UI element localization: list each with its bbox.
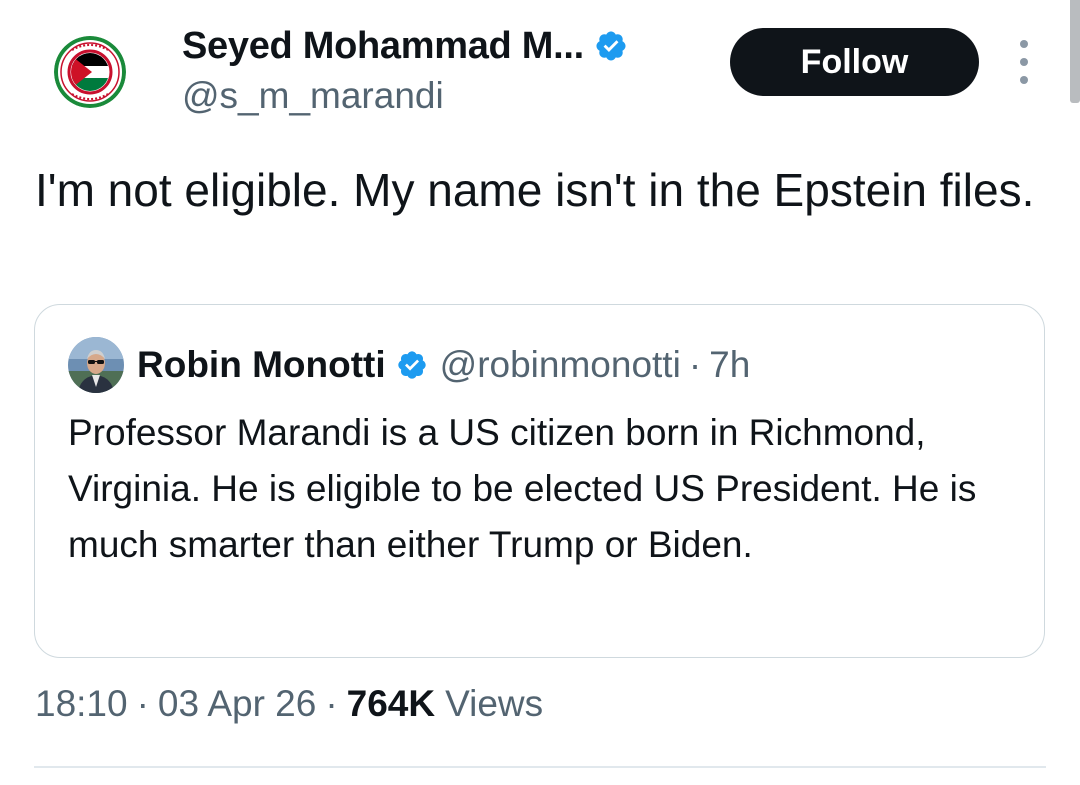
separator-dot: · (325, 683, 338, 724)
dot (1020, 58, 1028, 66)
save-gaza-palestine-flag-emblem-icon (54, 36, 126, 108)
dot (1020, 76, 1028, 84)
divider (34, 766, 1046, 768)
quoted-author-handle[interactable]: @robinmonotti (440, 344, 681, 386)
author-avatar[interactable] (54, 36, 126, 108)
views-count[interactable]: 764K (347, 683, 435, 725)
quoted-tweet-header: Robin Monotti @robinmonotti · 7h (137, 339, 750, 391)
quoted-author-name[interactable]: Robin Monotti (137, 344, 386, 386)
profile-photo-man-with-sunglasses-icon (68, 337, 124, 393)
verified-badge-icon[interactable] (396, 349, 428, 381)
quoted-author-avatar[interactable] (68, 337, 124, 393)
scrollbar[interactable] (1070, 0, 1080, 103)
separator-dot: · (688, 344, 702, 385)
quoted-tweet-card[interactable]: Robin Monotti @robinmonotti · 7h Profess… (34, 304, 1045, 658)
quoted-tweet-time[interactable]: 7h (709, 344, 750, 386)
tweet-time[interactable]: 18:10 (35, 683, 128, 725)
author-handle[interactable]: @s_m_marandi (182, 75, 444, 117)
author-name-row[interactable]: Seyed Mohammad M... (182, 22, 628, 70)
separator-dot: · (136, 683, 149, 724)
tweet-text: I'm not eligible. My name isn't in the E… (35, 164, 1035, 216)
verified-badge-icon[interactable] (594, 29, 628, 63)
quoted-tweet-text: Professor Marandi is a US citizen born i… (68, 412, 977, 565)
tweet-date[interactable]: 03 Apr 26 (158, 683, 316, 725)
tweet-meta: 18:10 · 03 Apr 26 · 764K Views (35, 683, 543, 725)
views-label[interactable]: Views (445, 683, 543, 725)
author-name[interactable]: Seyed Mohammad M... (182, 25, 584, 68)
follow-button[interactable]: Follow (730, 28, 979, 96)
dot (1020, 40, 1028, 48)
more-options-vertical-icon[interactable] (1010, 40, 1038, 84)
